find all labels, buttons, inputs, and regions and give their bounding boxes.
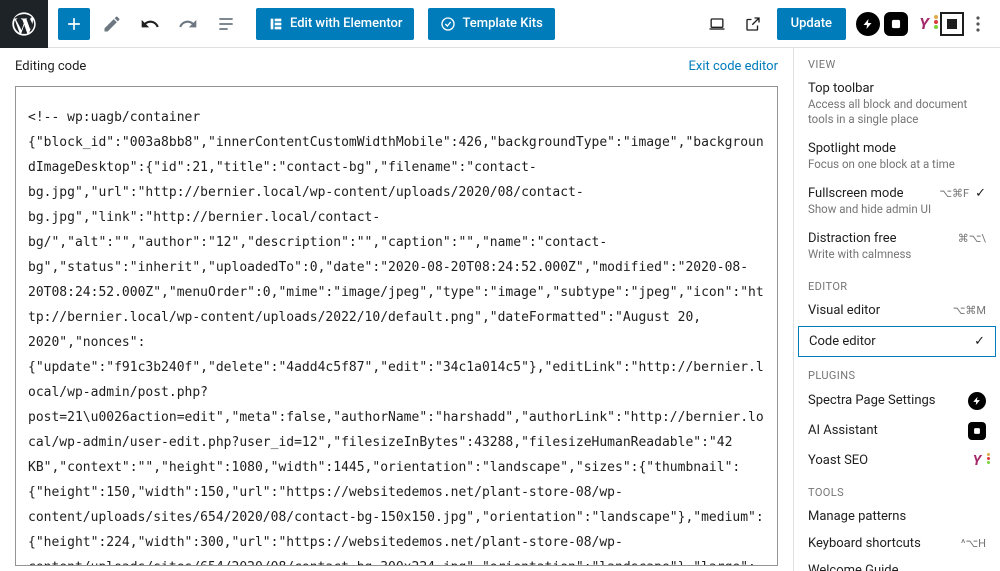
laptop-icon (707, 14, 727, 34)
option-distraction-desc: Write with calmness (808, 247, 911, 262)
option-code-editor-label: Code editor (809, 334, 876, 349)
wordpress-logo[interactable] (0, 0, 48, 48)
plus-icon (64, 14, 84, 34)
edit-mode-icon[interactable] (96, 8, 128, 40)
option-distraction-label: Distraction free (808, 231, 897, 246)
editor-area: Editing code Exit code editor <!-- wp:ua… (0, 48, 793, 571)
spectra-icon (968, 392, 986, 410)
redo-button[interactable] (172, 8, 204, 40)
template-icon (440, 16, 456, 32)
option-fullscreen-desc: Show and hide admin UI (808, 202, 931, 217)
panel-icon (947, 19, 957, 29)
option-keyboard-shortcuts-label: Keyboard shortcuts (808, 536, 921, 551)
options-menu-button[interactable] (964, 16, 992, 32)
redo-icon (178, 14, 198, 34)
option-keyboard-shortcuts-shortcut: ^⌥H (961, 537, 986, 550)
spectra-icon (862, 18, 874, 30)
exit-code-editor-link[interactable]: Exit code editor (689, 59, 778, 74)
option-ai-assistant[interactable]: AI Assistant (794, 416, 1000, 446)
option-visual-editor-label: Visual editor (808, 303, 880, 318)
view-page-button[interactable] (735, 6, 771, 42)
option-yoast-label: Yoast SEO (808, 453, 868, 468)
add-block-button[interactable] (58, 8, 90, 40)
option-spectra-label: Spectra Page Settings (808, 393, 936, 408)
option-welcome-guide-label: Welcome Guide (808, 563, 899, 571)
check-icon: ✓ (975, 186, 986, 201)
template-kits-button[interactable]: Template Kits (428, 8, 554, 40)
option-yoast[interactable]: Yoast SEO Y (794, 446, 1000, 476)
option-top-toolbar[interactable]: Top toolbar Access all block and documen… (794, 75, 1000, 135)
template-kits-label: Template Kits (462, 16, 542, 31)
option-distraction-free[interactable]: Distraction free ⌘⌥\ Write with calmness (794, 225, 1000, 270)
elementor-label: Edit with Elementor (290, 16, 402, 31)
toolbar-right-group: Update Y (699, 0, 1000, 47)
option-spectra[interactable]: Spectra Page Settings (794, 386, 1000, 416)
section-plugins: Plugins (794, 359, 1000, 386)
editing-status: Editing code (15, 59, 86, 74)
check-icon: ✓ (974, 334, 985, 349)
option-fullscreen-shortcut: ⌥⌘F (939, 187, 969, 200)
preview-device-button[interactable] (699, 6, 735, 42)
option-visual-editor-shortcut: ⌥⌘M (953, 304, 986, 317)
external-link-icon (744, 15, 762, 33)
option-spotlight-desc: Focus on one block at a time (808, 157, 955, 172)
section-editor: Editor (794, 270, 1000, 297)
ai-assistant-toggle[interactable] (884, 12, 908, 36)
section-tools: Tools (794, 476, 1000, 503)
option-keyboard-shortcuts[interactable]: Keyboard shortcuts ^⌥H (794, 530, 1000, 557)
update-label: Update (791, 16, 832, 31)
option-code-editor[interactable]: Code editor ✓ (798, 326, 996, 357)
options-panel: View Top toolbar Access all block and do… (793, 48, 1000, 571)
undo-button[interactable] (134, 8, 166, 40)
option-ai-assistant-label: AI Assistant (808, 423, 878, 438)
yoast-icon: Y (968, 452, 986, 470)
option-welcome-guide[interactable]: Welcome Guide (794, 557, 1000, 571)
pencil-icon (102, 14, 122, 34)
option-distraction-shortcut: ⌘⌥\ (958, 232, 986, 245)
option-fullscreen-label: Fullscreen mode (808, 186, 904, 201)
settings-sidebar-toggle[interactable] (940, 12, 964, 36)
option-top-toolbar-desc: Access all block and document tools in a… (808, 97, 986, 127)
spectra-toggle[interactable] (856, 12, 880, 36)
section-view: View (794, 48, 1000, 75)
ai-icon (889, 17, 903, 31)
editor-subheader: Editing code Exit code editor (15, 52, 778, 80)
option-visual-editor[interactable]: Visual editor ⌥⌘M (794, 297, 1000, 324)
undo-icon (140, 14, 160, 34)
elementor-icon (268, 16, 284, 32)
code-editor-textarea[interactable]: <!-- wp:uagb/container {"block_id":"003a… (15, 86, 778, 566)
list-icon (216, 14, 236, 34)
update-button[interactable]: Update (777, 8, 846, 40)
option-top-toolbar-label: Top toolbar (808, 81, 874, 96)
option-spotlight-label: Spotlight mode (808, 141, 896, 156)
option-fullscreen[interactable]: Fullscreen mode ⌥⌘F ✓ Show and hide admi… (794, 180, 1000, 225)
yoast-indicator-icon (934, 15, 938, 29)
kebab-icon (976, 16, 980, 32)
yoast-icon: Y (919, 14, 929, 33)
top-toolbar: Edit with Elementor Template Kits Update… (0, 0, 1000, 48)
option-spotlight[interactable]: Spotlight mode Focus on one block at a t… (794, 135, 1000, 180)
ai-icon (968, 422, 986, 440)
elementor-button[interactable]: Edit with Elementor (256, 8, 414, 40)
toolbar-left-group: Edit with Elementor Template Kits (0, 0, 555, 47)
yoast-toggle[interactable]: Y (912, 12, 936, 36)
option-manage-patterns-label: Manage patterns (808, 509, 906, 524)
document-overview-button[interactable] (210, 8, 242, 40)
wordpress-icon (10, 10, 38, 38)
option-manage-patterns[interactable]: Manage patterns (794, 503, 1000, 530)
